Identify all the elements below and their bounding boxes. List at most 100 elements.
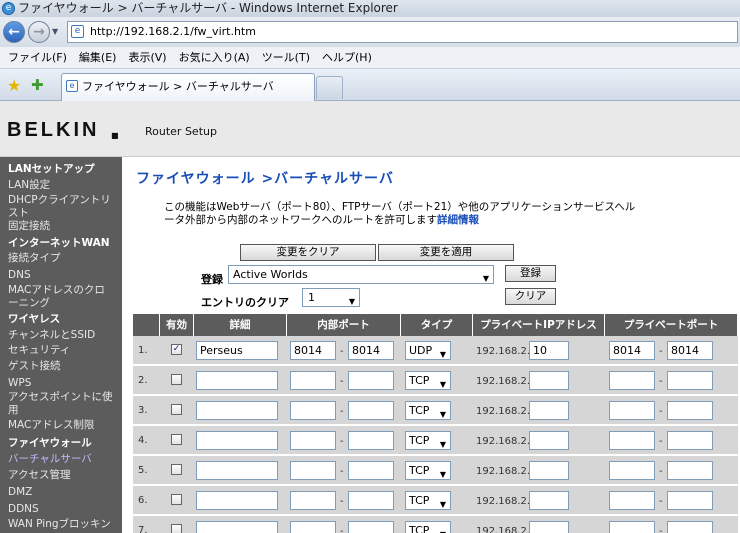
clear-changes-button[interactable]: 変更をクリア [240, 244, 376, 261]
internal-port-from-input[interactable] [290, 371, 336, 390]
menu-item-1[interactable]: 編集(E) [71, 47, 121, 69]
sidebar-item[interactable]: WPS [8, 377, 122, 389]
application-select[interactable]: Active Worlds ▼ [228, 265, 494, 284]
menu-item-3[interactable]: お気に入り(A) [171, 47, 254, 69]
enabled-checkbox[interactable] [171, 464, 182, 475]
tab-current[interactable]: ファイヤウォール > バーチャルサーバ [61, 73, 315, 101]
private-ip-input[interactable] [529, 401, 569, 420]
private-ip-input[interactable] [529, 371, 569, 390]
url-input[interactable]: http://192.168.2.1/fw_virt.htm [67, 21, 738, 43]
detail-input[interactable] [196, 431, 278, 450]
sidebar-item[interactable]: DDNS [8, 503, 122, 515]
enabled-checkbox[interactable] [171, 374, 182, 385]
private-ip-input[interactable] [529, 461, 569, 480]
type-select[interactable]: TCP ▼ [405, 521, 451, 533]
sidebar-item[interactable]: セキュリティ [8, 344, 122, 356]
internal-port-to-input[interactable] [348, 431, 394, 450]
type-select[interactable]: TCP ▼ [405, 461, 451, 480]
internal-port-to-input[interactable] [348, 521, 394, 533]
sidebar-item[interactable]: 固定接続 [8, 220, 122, 232]
sidebar-item[interactable]: アクセス管理 [8, 469, 122, 481]
internal-port-to-input[interactable] [348, 491, 394, 510]
new-tab-button[interactable] [316, 76, 343, 99]
private-ip-input[interactable] [529, 431, 569, 450]
register-button[interactable]: 登録 [505, 265, 556, 282]
type-select[interactable]: TCP ▼ [405, 371, 451, 390]
private-ip-input[interactable] [529, 491, 569, 510]
sidebar-item[interactable]: 接続タイプ [8, 252, 122, 264]
sidebar-item[interactable]: DNS [8, 269, 122, 281]
private-port-from-input[interactable] [609, 431, 655, 450]
menu-item-4[interactable]: ツール(T) [254, 47, 314, 69]
private-port-to-input[interactable]: 8014 [667, 341, 713, 360]
menu-item-5[interactable]: ヘルプ(H) [314, 47, 376, 69]
internal-port-to-input[interactable] [348, 401, 394, 420]
detail-input[interactable] [196, 491, 278, 510]
enabled-checkbox[interactable] [171, 494, 182, 505]
internal-port-from-input[interactable] [290, 401, 336, 420]
private-port-to-input[interactable] [667, 401, 713, 420]
application-select-value: Active Worlds [233, 268, 308, 281]
private-port-to-input[interactable] [667, 431, 713, 450]
internal-port-from-input[interactable] [290, 521, 336, 533]
private-port-to-input[interactable] [667, 491, 713, 510]
type-select[interactable]: TCP ▼ [405, 491, 451, 510]
internal-port-to-input[interactable]: 8014 [348, 341, 394, 360]
enabled-checkbox[interactable] [171, 434, 182, 445]
detail-input[interactable] [196, 401, 278, 420]
favorites-star-icon[interactable]: ★ [7, 76, 21, 95]
forward-button[interactable]: → [28, 21, 50, 43]
sidebar-item[interactable]: ーニング [8, 297, 122, 309]
history-dropdown-icon[interactable]: ▼ [52, 27, 58, 36]
sidebar-item[interactable]: チャンネルとSSID [8, 329, 122, 341]
private-port-from-input[interactable] [609, 521, 655, 533]
menu-item-0[interactable]: ファイル(F) [0, 47, 71, 69]
sidebar-item[interactable]: バーチャルサーバ [8, 453, 122, 465]
private-ip-input[interactable]: 10 [529, 341, 569, 360]
private-port-from-input[interactable] [609, 401, 655, 420]
enabled-checkbox[interactable] [171, 524, 182, 533]
internal-port-from-input[interactable]: 8014 [290, 341, 336, 360]
sidebar-item[interactable]: DHCPクライアントリ [8, 194, 122, 206]
sidebar-item[interactable]: MACアドレスのクロ [8, 284, 122, 296]
private-port-to-input[interactable] [667, 521, 713, 533]
private-port-to-input[interactable] [667, 371, 713, 390]
sidebar-item[interactable]: アクセスポイントに使 [8, 391, 122, 403]
internal-port-from-input[interactable] [290, 461, 336, 480]
detail-input[interactable] [196, 371, 278, 390]
sidebar-item[interactable]: DMZ [8, 486, 122, 498]
private-port-from-input[interactable] [609, 491, 655, 510]
detail-input[interactable] [196, 521, 278, 533]
private-port-from-input[interactable]: 8014 [609, 341, 655, 360]
private-port-to-input[interactable] [667, 461, 713, 480]
menu-item-2[interactable]: 表示(V) [120, 47, 170, 69]
chevron-down-icon: ▼ [439, 350, 446, 359]
sidebar-item[interactable]: スト [8, 207, 122, 219]
internal-port-from-input[interactable] [290, 491, 336, 510]
apply-changes-button[interactable]: 変更を適用 [378, 244, 514, 261]
sidebar-item[interactable]: ゲスト接続 [8, 360, 122, 372]
private-ip-input[interactable] [529, 521, 569, 533]
detail-input[interactable]: Perseus [196, 341, 278, 360]
entry-select[interactable]: 1 ▼ [302, 288, 360, 307]
back-button[interactable]: ← [3, 21, 25, 43]
sidebar-item[interactable]: MACアドレス制限 [8, 419, 122, 431]
clear-button[interactable]: クリア [505, 288, 556, 305]
internal-port-to-input[interactable] [348, 371, 394, 390]
sidebar-item[interactable]: 用 [8, 404, 122, 416]
enabled-checkbox[interactable]: ✓ [171, 344, 182, 355]
internal-port-to-input[interactable] [348, 461, 394, 480]
detail-input[interactable] [196, 461, 278, 480]
type-select[interactable]: UDP ▼ [405, 341, 451, 360]
sidebar-item[interactable]: WAN Pingブロッキン [8, 518, 122, 530]
type-select[interactable]: TCP ▼ [405, 401, 451, 420]
detail-info-link[interactable]: 詳細情報 [437, 212, 479, 227]
private-port-from-input[interactable] [609, 461, 655, 480]
private-port-from-input[interactable] [609, 371, 655, 390]
type-select[interactable]: TCP ▼ [405, 431, 451, 450]
entry-select-value: 1 [308, 291, 315, 304]
internal-port-from-input[interactable] [290, 431, 336, 450]
add-favorite-icon[interactable]: ✚ [31, 76, 44, 94]
sidebar-item[interactable]: LAN設定 [8, 179, 122, 191]
enabled-checkbox[interactable] [171, 404, 182, 415]
